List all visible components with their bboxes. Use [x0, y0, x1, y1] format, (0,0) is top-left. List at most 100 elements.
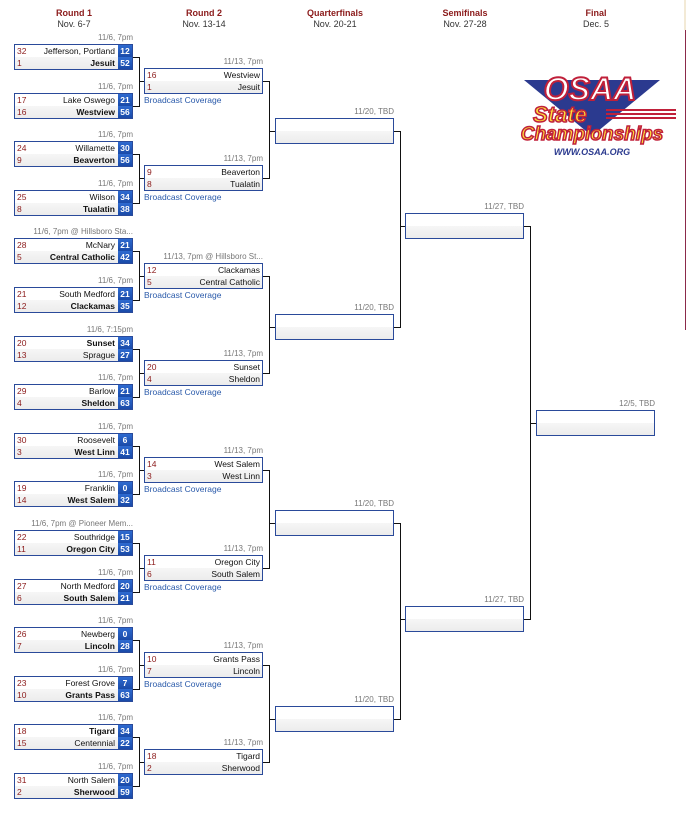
match-box[interactable]: 22 Southridge 15 11 Oregon City 53 [14, 530, 133, 556]
team-row[interactable]: 23 Forest Grove 7 [15, 677, 132, 689]
match-box[interactable] [275, 314, 394, 340]
match-box[interactable]: 10 Grants Pass 7 Lincoln [144, 652, 263, 678]
match-box[interactable]: 18 Tigard 34 15 Centennial 22 [14, 724, 133, 750]
match-box[interactable]: 26 Newberg 0 7 Lincoln 28 [14, 627, 133, 653]
team-row[interactable]: 4 Sheldon 63 [15, 397, 132, 409]
team-row[interactable] [406, 607, 523, 619]
match-box[interactable]: 12 Clackamas 5 Central Catholic [144, 263, 263, 289]
team-row[interactable]: 3 West Linn 41 [15, 446, 132, 458]
team-row[interactable] [537, 423, 654, 435]
match-box[interactable]: 14 West Salem 3 West Linn [144, 457, 263, 483]
team-row[interactable]: 28 McNary 21 [15, 239, 132, 251]
team-row[interactable]: 6 South Salem [145, 568, 262, 580]
team-row[interactable]: 10 Grants Pass [145, 653, 262, 665]
team-row[interactable]: 15 Centennial 22 [15, 737, 132, 749]
match-box[interactable]: 27 North Medford 20 6 South Salem 21 [14, 579, 133, 605]
team-row[interactable]: 11 Oregon City 53 [15, 543, 132, 555]
broadcast-coverage-link[interactable]: Broadcast Coverage [144, 679, 222, 689]
team-row[interactable]: 20 Sunset 34 [15, 337, 132, 349]
team-row[interactable]: 7 Lincoln 28 [15, 640, 132, 652]
team-row[interactable]: 3 West Linn [145, 470, 262, 482]
team-row[interactable]: 5 Central Catholic 42 [15, 251, 132, 263]
team-row[interactable] [276, 511, 393, 523]
match-box[interactable] [275, 118, 394, 144]
team-row[interactable]: 26 Newberg 0 [15, 628, 132, 640]
match-box[interactable] [405, 606, 524, 632]
team-row[interactable]: 27 North Medford 20 [15, 580, 132, 592]
match-box[interactable]: 21 South Medford 21 12 Clackamas 35 [14, 287, 133, 313]
team-row[interactable]: 2 Sherwood 59 [15, 786, 132, 798]
match-box[interactable]: 23 Forest Grove 7 10 Grants Pass 63 [14, 676, 133, 702]
team-row[interactable]: 31 North Salem 20 [15, 774, 132, 786]
match-box[interactable]: 29 Barlow 21 4 Sheldon 63 [14, 384, 133, 410]
team-row[interactable]: 9 Beaverton 56 [15, 154, 132, 166]
match-box[interactable]: 16 Westview 1 Jesuit [144, 68, 263, 94]
team-row[interactable]: 16 Westview 56 [15, 106, 132, 118]
team-row[interactable] [276, 523, 393, 535]
team-row[interactable]: 12 Clackamas [145, 264, 262, 276]
team-row[interactable]: 22 Southridge 15 [15, 531, 132, 543]
team-row[interactable]: 25 Wilson 34 [15, 191, 132, 203]
match-box[interactable]: 24 Willamette 30 9 Beaverton 56 [14, 141, 133, 167]
team-row[interactable] [276, 119, 393, 131]
team-row[interactable]: 32 Jefferson, Portland 12 [15, 45, 132, 57]
match-box[interactable]: 18 Tigard 2 Sherwood [144, 749, 263, 775]
team-row[interactable]: 30 Roosevelt 6 [15, 434, 132, 446]
match-box[interactable] [405, 213, 524, 239]
team-row[interactable]: 13 Sprague 27 [15, 349, 132, 361]
match-box[interactable] [275, 706, 394, 732]
match-box[interactable] [275, 510, 394, 536]
match-box[interactable]: 11 Oregon City 6 South Salem [144, 555, 263, 581]
broadcast-coverage-link[interactable]: Broadcast Coverage [144, 95, 222, 105]
match-box[interactable]: 9 Beaverton 8 Tualatin [144, 165, 263, 191]
match-box[interactable]: 19 Franklin 0 14 West Salem 32 [14, 481, 133, 507]
broadcast-coverage-link[interactable]: Broadcast Coverage [144, 192, 222, 202]
team-row[interactable]: 1 Jesuit [145, 81, 262, 93]
team-row[interactable] [276, 315, 393, 327]
team-row[interactable]: 12 Clackamas 35 [15, 300, 132, 312]
team-row[interactable]: 29 Barlow 21 [15, 385, 132, 397]
team-row[interactable] [406, 619, 523, 631]
broadcast-coverage-link[interactable]: Broadcast Coverage [144, 582, 222, 592]
match-box[interactable] [536, 410, 655, 436]
team-row[interactable]: 8 Tualatin [145, 178, 262, 190]
team-row[interactable]: 20 Sunset [145, 361, 262, 373]
team-row[interactable]: 21 South Medford 21 [15, 288, 132, 300]
team-row[interactable]: 8 Tualatin 38 [15, 203, 132, 215]
team-row[interactable]: 14 West Salem 32 [15, 494, 132, 506]
team-row[interactable]: 5 Central Catholic [145, 276, 262, 288]
broadcast-coverage-link[interactable]: Broadcast Coverage [144, 387, 222, 397]
broadcast-coverage-link[interactable]: Broadcast Coverage [144, 484, 222, 494]
match-box[interactable]: 25 Wilson 34 8 Tualatin 38 [14, 190, 133, 216]
team-row[interactable]: 1 Jesuit 52 [15, 57, 132, 69]
match-box[interactable]: 28 McNary 21 5 Central Catholic 42 [14, 238, 133, 264]
team-row[interactable]: 11 Oregon City [145, 556, 262, 568]
match-box[interactable]: 17 Lake Oswego 21 16 Westview 56 [14, 93, 133, 119]
team-row[interactable] [406, 214, 523, 226]
team-row[interactable]: 14 West Salem [145, 458, 262, 470]
match-box[interactable]: 20 Sunset 34 13 Sprague 27 [14, 336, 133, 362]
team-row[interactable]: 19 Franklin 0 [15, 482, 132, 494]
team-row[interactable]: 16 Westview [145, 69, 262, 81]
team-row[interactable]: 7 Lincoln [145, 665, 262, 677]
team-row[interactable]: 18 Tigard 34 [15, 725, 132, 737]
match-box[interactable]: 30 Roosevelt 6 3 West Linn 41 [14, 433, 133, 459]
team-row[interactable]: 17 Lake Oswego 21 [15, 94, 132, 106]
match-box[interactable]: 31 North Salem 20 2 Sherwood 59 [14, 773, 133, 799]
team-row[interactable] [276, 707, 393, 719]
team-row[interactable] [276, 131, 393, 143]
team-row[interactable]: 4 Sheldon [145, 373, 262, 385]
broadcast-coverage-link[interactable]: Broadcast Coverage [144, 290, 222, 300]
team-row[interactable]: 24 Willamette 30 [15, 142, 132, 154]
team-row[interactable]: 6 South Salem 21 [15, 592, 132, 604]
match-box[interactable]: 32 Jefferson, Portland 12 1 Jesuit 52 [14, 44, 133, 70]
team-row[interactable] [537, 411, 654, 423]
team-row[interactable]: 2 Sherwood [145, 762, 262, 774]
team-row[interactable]: 10 Grants Pass 63 [15, 689, 132, 701]
match-box[interactable]: 20 Sunset 4 Sheldon [144, 360, 263, 386]
team-row[interactable] [406, 226, 523, 238]
team-row[interactable] [276, 719, 393, 731]
team-row[interactable]: 18 Tigard [145, 750, 262, 762]
team-row[interactable]: 9 Beaverton [145, 166, 262, 178]
team-row[interactable] [276, 327, 393, 339]
